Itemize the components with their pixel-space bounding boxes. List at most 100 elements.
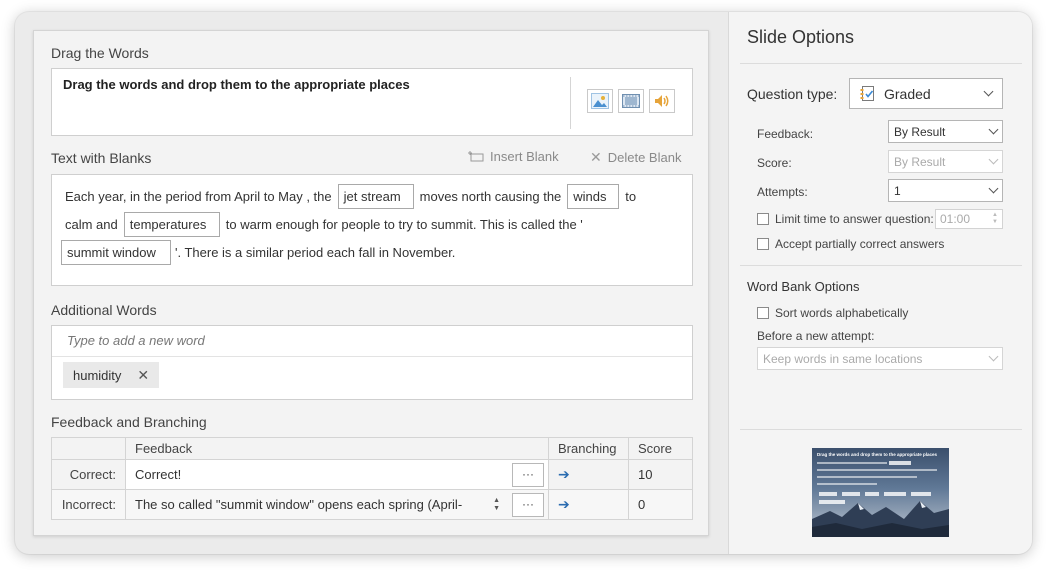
blanks-line-2: calm and temperatures to warm enough for… [65, 212, 583, 237]
row-label: Incorrect: [51, 489, 126, 520]
video-icon [622, 94, 640, 108]
text-segment: moves north causing the [419, 189, 562, 204]
chevron-down-icon [983, 86, 994, 97]
divider [52, 356, 692, 357]
score-cell[interactable]: 0 [628, 489, 693, 520]
feedback-text[interactable]: The so called "summit window" opens each… [135, 497, 462, 512]
score-select: By Result [888, 150, 1003, 173]
table-header-score: Score [628, 437, 693, 460]
text-segment: calm and [65, 217, 118, 232]
slide-editor: Drag the Words Drag the words and drop t… [33, 30, 709, 536]
text-segment: to [625, 189, 637, 204]
partial-answers-label: Accept partially correct answers [775, 237, 945, 251]
feedback-cell[interactable]: Correct! ··· [125, 459, 549, 490]
row-label: Correct: [51, 459, 126, 490]
sort-words-row[interactable]: Sort words alphabetically [757, 306, 908, 320]
feedback-section-title: Feedback and Branching [51, 414, 207, 430]
question-text[interactable]: Drag the words and drop them to the appr… [63, 77, 410, 92]
spinner-icon[interactable]: ▲ ▼ [493, 497, 500, 513]
chevron-down-icon [988, 183, 999, 194]
branching-cell[interactable]: ➔ [548, 459, 629, 490]
blank-temperatures[interactable]: temperatures [123, 212, 220, 237]
blanks-section-title: Text with Blanks [51, 150, 152, 166]
feedback-label: Feedback: [757, 127, 814, 141]
remove-word-icon[interactable]: ✕ [137, 367, 149, 384]
feedback-select-value: By Result [894, 124, 946, 139]
spinner-icon: ▲ ▼ [992, 212, 998, 225]
additional-words-box: Type to add a new word humidity ✕ [51, 325, 693, 400]
limit-time-row[interactable]: Limit time to answer question: [757, 212, 934, 226]
attempts-select[interactable]: 1 [888, 179, 1003, 202]
branching-cell[interactable]: ➔ [548, 489, 629, 520]
question-box[interactable]: Drag the words and drop them to the appr… [51, 68, 693, 136]
delete-blank-label: Delete Blank [607, 150, 682, 165]
table-row: Incorrect: The so called "summit window"… [51, 489, 693, 520]
word-chip[interactable]: humidity ✕ [63, 362, 160, 388]
limit-time-checkbox[interactable] [757, 213, 769, 225]
chevron-down-icon [988, 154, 999, 165]
attempts-select-value: 1 [894, 183, 901, 198]
blanks-line-3: summit window '. There is a similar peri… [55, 240, 455, 265]
text-with-blanks-editor[interactable]: Each year, in the period from April to M… [51, 174, 693, 286]
blank-jet-stream[interactable]: jet stream [337, 184, 414, 209]
close-icon: ✕ [590, 149, 602, 165]
feedback-table: Feedback Branching Score Correct: Correc… [51, 437, 693, 520]
limit-time-label: Limit time to answer question: [775, 212, 934, 226]
sort-words-label: Sort words alphabetically [775, 306, 909, 320]
partial-answers-checkbox[interactable] [757, 238, 769, 250]
image-icon [591, 93, 609, 109]
new-word-input[interactable]: Type to add a new word [67, 333, 205, 348]
delete-blank-button[interactable]: ✕ Delete Blank [590, 149, 681, 166]
divider [740, 429, 1022, 430]
blanks-line-1: Each year, in the period from April to M… [65, 184, 636, 209]
add-video-button[interactable] [618, 89, 644, 113]
feedback-more-button[interactable]: ··· [512, 463, 544, 487]
score-select-value: By Result [894, 154, 946, 169]
text-segment: '. There is a similar period each fall i… [175, 245, 456, 260]
table-header-blank [51, 437, 126, 460]
divider [740, 265, 1022, 266]
feedback-select[interactable]: By Result [888, 120, 1003, 143]
word-bank-title: Word Bank Options [747, 279, 860, 294]
time-limit-value: 01:00 [940, 212, 971, 226]
thumbnail-text-line [817, 483, 877, 485]
word-chip-label: humidity [73, 367, 122, 383]
chevron-down-icon [988, 351, 999, 362]
time-limit-input: 01:00 ▲ ▼ [935, 209, 1003, 229]
insert-blank-button[interactable]: Insert Blank [468, 149, 559, 164]
divider [740, 63, 1022, 64]
question-type-select[interactable]: Graded [849, 78, 1003, 109]
feedback-cell[interactable]: The so called "summit window" opens each… [125, 489, 549, 520]
chevron-down-icon [988, 124, 999, 135]
blank-summit-window[interactable]: summit window [61, 240, 171, 265]
app-window: Drag the Words Drag the words and drop t… [15, 12, 1032, 554]
arrow-right-icon[interactable]: ➔ [558, 496, 570, 512]
before-attempt-value: Keep words in same locations [763, 351, 923, 366]
question-section-title: Drag the Words [51, 45, 149, 61]
question-type-label: Question type: [747, 86, 838, 102]
arrow-right-icon[interactable]: ➔ [558, 466, 570, 482]
table-header-feedback: Feedback [125, 437, 549, 460]
table-row: Correct: Correct! ··· ➔ 10 [51, 459, 693, 490]
question-divider [570, 77, 571, 129]
thumbnail-word [842, 492, 860, 496]
add-audio-button[interactable] [649, 89, 675, 113]
blank-winds[interactable]: winds [567, 184, 620, 209]
feedback-text[interactable]: Correct! [135, 467, 181, 482]
thumbnail-title: Drag the words and drop them to the appr… [817, 452, 938, 457]
score-label: Score: [757, 156, 792, 170]
text-segment: Each year, in the period from April to M… [65, 189, 332, 204]
additional-words-title: Additional Words [51, 302, 157, 318]
partial-answers-row[interactable]: Accept partially correct answers [757, 237, 944, 251]
add-image-button[interactable] [587, 89, 613, 113]
sort-words-checkbox[interactable] [757, 307, 769, 319]
text-segment: to warm enough for people to try to summ… [225, 217, 583, 232]
slide-thumbnail[interactable]: Drag the words and drop them to the appr… [812, 448, 949, 537]
thumbnail-blank [889, 461, 911, 465]
before-attempt-select: Keep words in same locations [757, 347, 1003, 370]
score-cell[interactable]: 10 [628, 459, 693, 490]
before-attempt-label: Before a new attempt: [757, 329, 875, 343]
thumbnail-word [819, 492, 837, 496]
thumbnail-text-line [817, 469, 937, 471]
feedback-more-button[interactable]: ··· [512, 493, 544, 517]
